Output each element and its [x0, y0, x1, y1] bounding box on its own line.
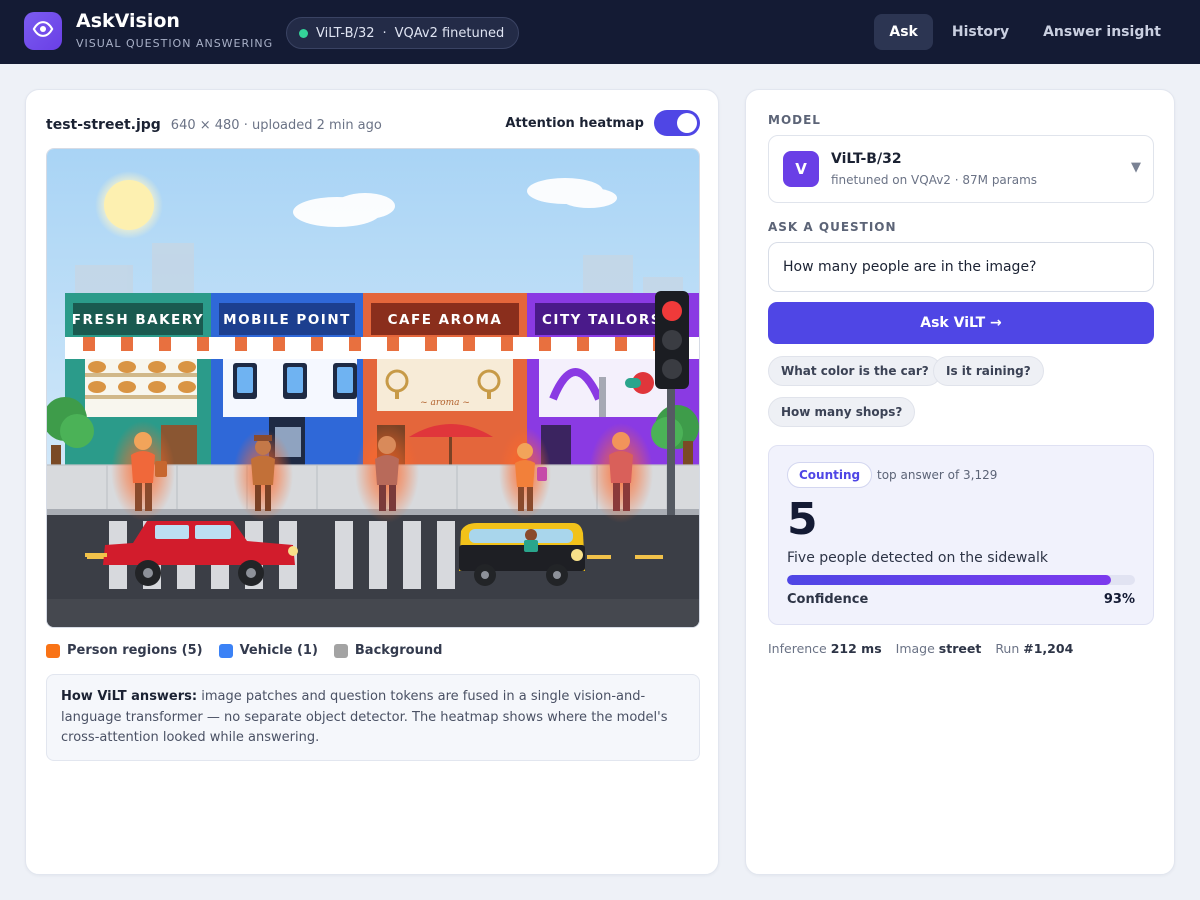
app-subtitle: VISUAL QUESTION ANSWERING: [76, 37, 274, 50]
awning: [65, 337, 699, 359]
legend-swatch-person: [46, 643, 60, 658]
stat-image-value: street: [938, 641, 982, 656]
model-pill-name: ViLT-B/32: [316, 25, 375, 41]
heatmap-legend: Person regions (5) Vehicle (1) Backgroun…: [46, 643, 442, 658]
legend-person: Person regions (5): [46, 643, 203, 658]
stat-run-label: Run: [995, 641, 1020, 656]
model-status-pill: ViLT-B/32 · VQAv2 finetuned: [286, 17, 520, 49]
legend-label-vehicle: Vehicle (1): [239, 643, 318, 658]
model-name: ViLT-B/32: [831, 151, 902, 167]
note-lead: How ViLT answers:: [61, 689, 198, 704]
sign-tailors: CITY TAILORS: [542, 312, 662, 328]
top-answer-text: top answer of 3,129: [877, 468, 998, 482]
legend-swatch-background: [333, 643, 348, 658]
question-input[interactable]: [768, 242, 1154, 292]
stat-run: Run #1,204: [995, 641, 1073, 656]
heatmap-toggle-label: Attention heatmap: [505, 116, 644, 131]
answer-value: 5: [787, 494, 818, 545]
run-stats: Inference 212 ms Image street Run #1,204: [768, 641, 1073, 656]
stat-run-value: #1,204: [1023, 641, 1074, 656]
model-pill-separator: ·: [382, 25, 387, 41]
model-section-label: MODEL: [768, 113, 821, 127]
image-header: test-street.jpg 640 × 480 · uploaded 2 m…: [46, 110, 700, 136]
sun: [104, 180, 154, 230]
model-badge: V: [783, 151, 819, 187]
main-nav: Ask History Answer insight: [874, 14, 1176, 50]
heatmap-toggle[interactable]: [654, 110, 700, 136]
sign-cafe: CAFE AROMA: [388, 312, 503, 328]
street-image[interactable]: ~ aroma ~ FRESH BAKERY MOBILE POINT CAFE…: [46, 148, 700, 628]
street-scene: ~ aroma ~ FRESH BAKERY MOBILE POINT CAFE…: [47, 149, 699, 627]
confidence-bar-fill: [787, 575, 1111, 585]
suggestion-chip-shops[interactable]: How many shops?: [768, 397, 916, 427]
ask-button[interactable]: Ask ViLT →: [768, 302, 1154, 344]
image-panel: test-street.jpg 640 × 480 · uploaded 2 m…: [25, 89, 719, 875]
legend-swatch-vehicle: [218, 643, 233, 658]
model-description: finetuned on VQAv2 · 87M params: [831, 173, 1038, 187]
eye-icon: [32, 18, 54, 44]
chevron-down-icon: ▼: [1131, 160, 1141, 175]
answer-type-badge: Counting: [787, 462, 873, 488]
answer-card: Counting top answer of 3,129 5 Five peop…: [768, 445, 1154, 625]
stat-image: Image street: [896, 641, 982, 656]
stat-inference-label: Inference: [768, 641, 827, 656]
stat-inference-value: 212 ms: [830, 641, 882, 656]
tab-ask[interactable]: Ask: [874, 14, 933, 50]
confidence-value: 93%: [1103, 592, 1135, 607]
stat-inference: Inference 212 ms: [768, 641, 882, 656]
model-explanation-note: How ViLT answers: image patches and ques…: [46, 674, 700, 761]
model-pill-variant: VQAv2 finetuned: [394, 25, 505, 41]
stat-image-label: Image: [895, 641, 935, 656]
sign-mobile: MOBILE POINT: [223, 312, 351, 328]
answer-description: Five people detected on the sidewalk: [787, 550, 1048, 566]
tab-history[interactable]: History: [937, 14, 1024, 50]
suggestion-chip-raining[interactable]: Is it raining?: [933, 356, 1044, 386]
model-select[interactable]: V ViLT-B/32 finetuned on VQAv2 · 87M par…: [768, 135, 1154, 203]
question-panel: MODEL V ViLT-B/32 finetuned on VQAv2 · 8…: [745, 89, 1175, 875]
status-dot-icon: [299, 28, 308, 38]
legend-background: Background: [333, 643, 443, 658]
sign-bakery: FRESH BAKERY: [72, 312, 204, 328]
cafe-script: ~ aroma ~: [420, 398, 470, 408]
brand: AskVision VISUAL QUESTION ANSWERING: [76, 10, 273, 50]
tab-answer-insight[interactable]: Answer insight: [1028, 14, 1176, 50]
file-name: test-street.jpg: [46, 117, 161, 133]
confidence-label: Confidence: [787, 592, 869, 607]
top-bar: AskVision VISUAL QUESTION ANSWERING ViLT…: [0, 0, 1200, 64]
suggestion-chip-car-color[interactable]: What color is the car?: [768, 356, 942, 386]
file-meta: 640 × 480 · uploaded 2 min ago: [170, 117, 382, 133]
app-logo: [24, 12, 62, 50]
legend-label-background: Background: [354, 643, 443, 658]
legend-vehicle: Vehicle (1): [218, 643, 318, 658]
app-name: AskVision: [76, 10, 180, 32]
question-section-label: ASK A QUESTION: [768, 220, 897, 234]
legend-label-person: Person regions (5): [67, 643, 203, 658]
toggle-knob: [677, 113, 697, 133]
confidence-bar: [787, 575, 1135, 585]
